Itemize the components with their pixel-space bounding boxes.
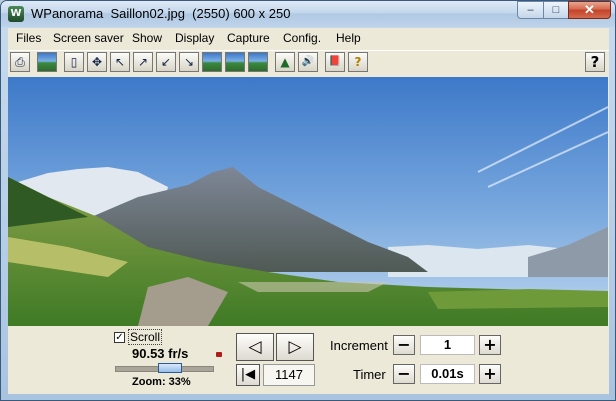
scroll-checkbox[interactable]: ✓ (114, 332, 125, 343)
scroll-left-button[interactable]: ◁ (236, 333, 274, 361)
increment-value[interactable]: 1 (420, 335, 475, 355)
menu-screen-saver[interactable]: Screen saver (53, 31, 124, 45)
panorama-image[interactable] (8, 77, 608, 326)
increment-label: Increment (330, 338, 388, 353)
close-button[interactable]: ✕ (568, 1, 611, 19)
menu-files[interactable]: Files (16, 31, 41, 45)
menu-help[interactable]: Help (336, 31, 361, 45)
menu-show[interactable]: Show (132, 31, 162, 45)
menu-bar: Files Screen saver Show Display Capture … (8, 28, 609, 48)
picture-view-2-icon[interactable] (225, 52, 245, 72)
page-icon[interactable]: ▯ (64, 52, 84, 72)
zoom-slider-thumb[interactable] (158, 363, 182, 373)
zoom-readout: Zoom: 33% (132, 376, 191, 388)
help-context-icon[interactable]: ? (348, 52, 368, 72)
window-title: WPanorama Saillon02.jpg (2550) 600 x 250 (31, 6, 291, 21)
panorama-picture (8, 77, 608, 326)
picture-view-3-icon[interactable] (248, 52, 268, 72)
increment-plus-button[interactable]: + (479, 335, 501, 355)
book-icon[interactable]: 📕 (325, 52, 345, 72)
picture-view-1-icon[interactable] (202, 52, 222, 72)
help-button[interactable]: ? (585, 52, 605, 72)
arrow-up-left-icon[interactable]: ↖ (110, 52, 130, 72)
pyramid-icon[interactable]: ▲ (275, 52, 295, 72)
sound-icon[interactable]: 🔊 (298, 52, 318, 72)
menu-capture[interactable]: Capture (227, 31, 270, 45)
toolbar: ⎙ ▯ ✥ ↖ ↗ ↙ ↘ ▲ 🔊 📕 ? ? (8, 50, 609, 76)
scroll-right-button[interactable]: ▷ (276, 333, 314, 361)
position-counter: 1147 (263, 364, 315, 386)
go-to-start-button[interactable]: |◀ (236, 364, 260, 386)
minimize-button[interactable]: – (517, 1, 544, 19)
app-icon[interactable]: W (8, 6, 24, 22)
maximize-button[interactable]: □ (543, 1, 569, 19)
client-area: Files Screen saver Show Display Capture … (8, 28, 609, 394)
frame-rate-readout: 90.53 fr/s (132, 346, 189, 361)
arrow-down-right-icon[interactable]: ↘ (179, 52, 199, 72)
arrow-up-right-icon[interactable]: ↗ (133, 52, 153, 72)
menu-display[interactable]: Display (175, 31, 214, 45)
arrow-down-left-icon[interactable]: ↙ (156, 52, 176, 72)
title-bar[interactable]: W WPanorama Saillon02.jpg (2550) 600 x 2… (1, 1, 615, 27)
menu-config[interactable]: Config. (283, 31, 321, 45)
timer-value[interactable]: 0.01s (420, 364, 475, 384)
open-picture-icon[interactable] (37, 52, 57, 72)
scroll-label[interactable]: Scroll (127, 329, 163, 345)
print-icon[interactable]: ⎙ (10, 52, 30, 72)
timer-plus-button[interactable]: + (479, 364, 501, 384)
timer-label: Timer (353, 367, 386, 382)
timer-minus-button[interactable]: − (393, 364, 415, 384)
recording-indicator-icon (216, 352, 222, 357)
application-window: W WPanorama Saillon02.jpg (2550) 600 x 2… (0, 0, 616, 401)
move-arrows-icon[interactable]: ✥ (87, 52, 107, 72)
control-panel: ✓ Scroll 90.53 fr/s Zoom: 33% ◁ ▷ |◀ 114… (8, 326, 609, 394)
increment-minus-button[interactable]: − (393, 335, 415, 355)
